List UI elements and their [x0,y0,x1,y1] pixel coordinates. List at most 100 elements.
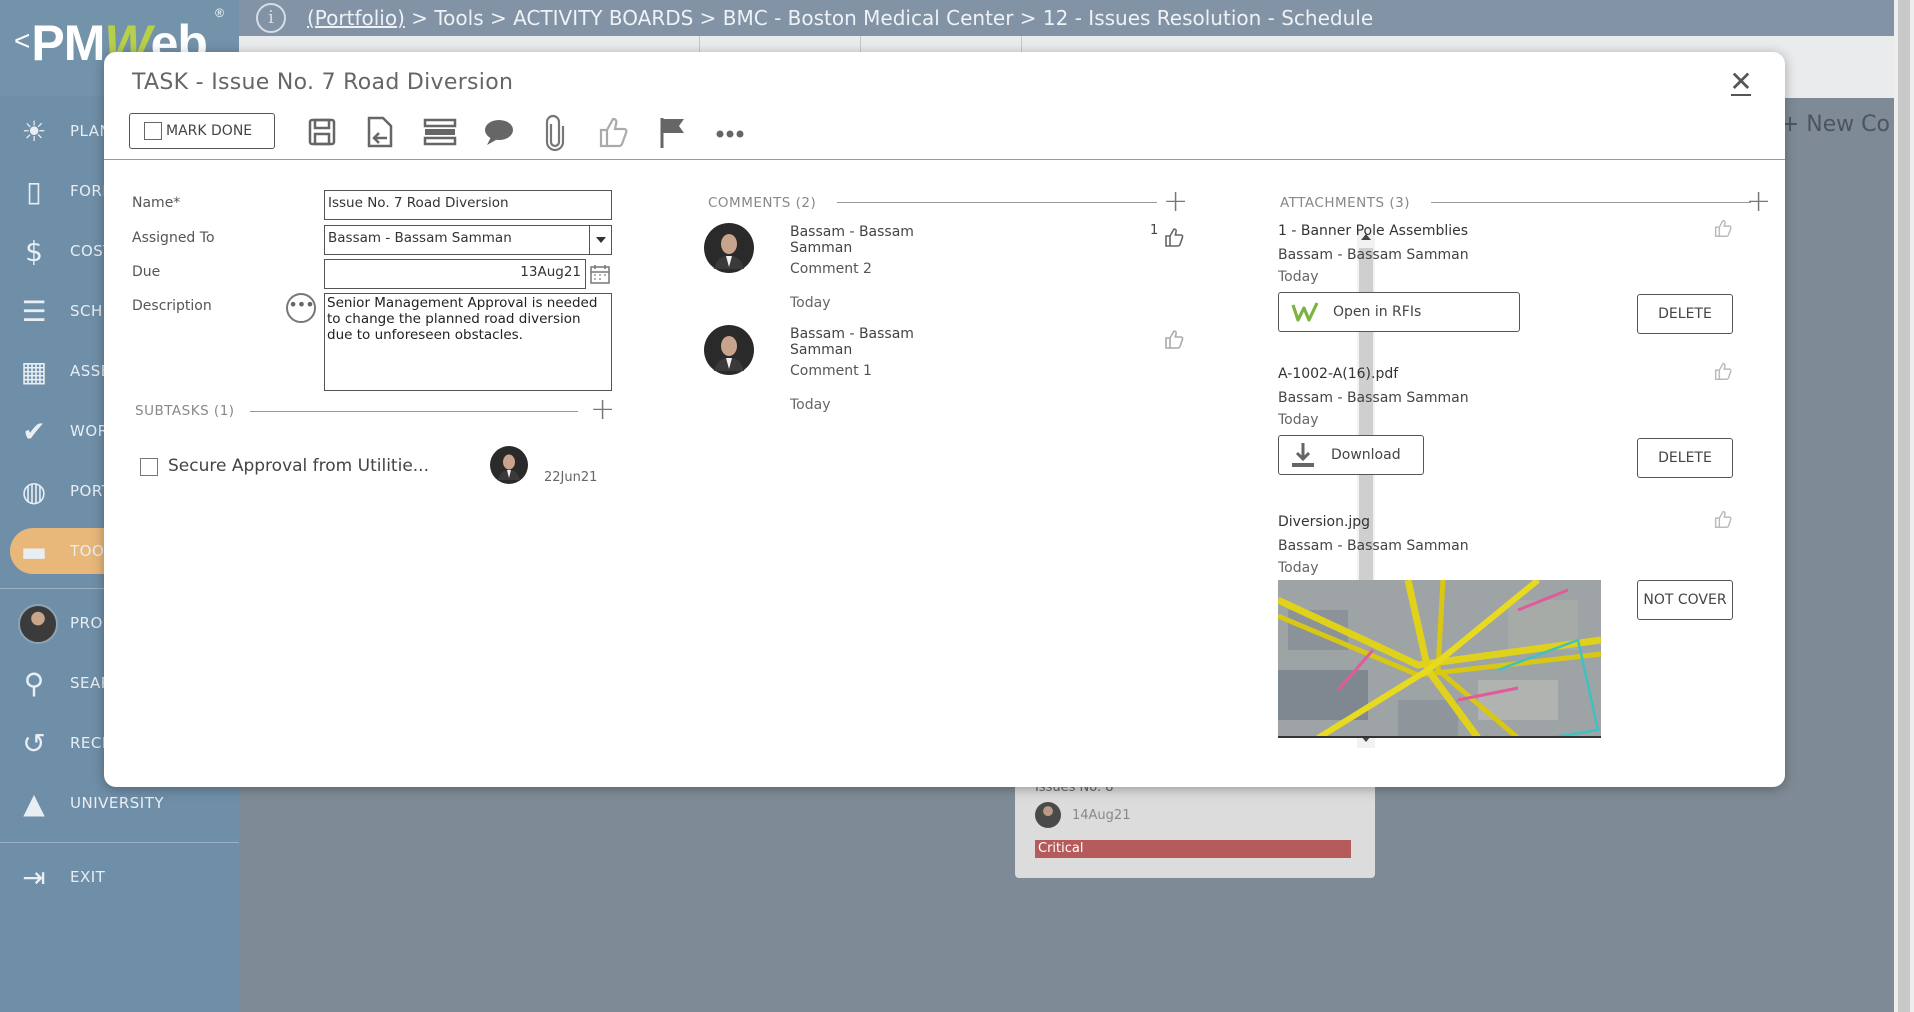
chevron-down-icon[interactable] [589,226,611,254]
add-attachment-icon[interactable]: + [1746,187,1771,217]
briefcase-icon: ▬ [20,535,48,568]
like-icon[interactable] [1712,508,1734,530]
open-in-rfis-label: Open in RFIs [1333,304,1422,320]
not-cover-button[interactable]: NOT COVER [1637,580,1733,620]
attachment-owner: Bassam - Bassam Samman [1278,390,1469,406]
pmweb-w-icon [1291,301,1319,323]
like-count: 1 [1150,223,1159,238]
card-date: 14Aug21 [1072,808,1131,823]
attachment-item: Diversion.jpg Bassam - Bassam Samman Tod… [1278,510,1738,744]
download-button[interactable]: Download [1278,435,1424,475]
avatar [490,446,528,484]
calendar-icon[interactable] [589,263,611,285]
breadcrumb: (Portfolio) > Tools > ACTIVITY BOARDS > … [307,6,1373,30]
avatar [704,325,754,375]
comment-text: Comment 2 [790,261,872,277]
attachment-date: Today [1278,560,1319,576]
attachment-title[interactable]: 1 - Banner Pole Assemblies [1278,223,1468,239]
toolbar-divider [104,159,1785,160]
history-icon: ↺ [22,727,46,760]
assigned-to-label: Assigned To [132,230,215,246]
like-icon[interactable] [1712,360,1734,382]
attachment-owner: Bassam - Bassam Samman [1278,538,1469,554]
document-icon: ▯ [26,175,42,208]
checkbox-icon [144,122,162,140]
new-column-button[interactable]: + New Co [1781,112,1890,137]
board-card[interactable]: Issues No. 8 14Aug21 Critical [1015,780,1375,878]
graduation-cap-icon: ▲ [23,787,45,820]
list-icon[interactable] [420,112,460,152]
like-icon[interactable] [1162,225,1186,249]
attachment-image-thumbnail[interactable] [1278,580,1601,738]
mark-done-label: MARK DONE [166,123,253,139]
breadcrumb-portfolio-link[interactable]: (Portfolio) [307,6,405,30]
delete-button[interactable]: DELETE [1637,438,1733,478]
attachment-title[interactable]: A-1002-A(16).pdf [1278,366,1398,382]
attachment-icon[interactable] [535,112,575,152]
comments-header: COMMENTS (2) [708,195,817,211]
name-field[interactable]: Issue No. 7 Road Diversion [324,190,612,220]
sidebar-item-exit[interactable]: ⇥ EXIT [0,848,239,906]
assigned-to-value: Bassam - Bassam Samman [328,230,512,246]
schedule-icon: ☰ [21,295,47,328]
comment-author: Bassam - Bassam Samman [790,224,914,256]
more-icon[interactable] [710,112,750,152]
attachments-header: ATTACHMENTS (3) [1280,195,1410,211]
comment-item: Bassam - Bassam Samman Comment 1 Today [704,325,1184,415]
back-chevron-icon[interactable]: < [14,25,30,56]
due-date-field[interactable]: 13Aug21 [324,259,586,289]
flag-icon[interactable] [652,112,692,152]
like-icon[interactable] [1162,327,1186,351]
section-divider [837,202,1157,203]
scrollbar-thumb[interactable] [1898,0,1910,1012]
subtask-checkbox[interactable] [140,458,158,476]
comment-icon[interactable] [479,112,519,152]
comment-text: Comment 1 [790,363,872,379]
info-icon[interactable]: i [256,3,286,33]
lightbulb-icon: ☀ [21,115,47,148]
description-label: Description [132,298,212,314]
breadcrumb-path: > Tools > ACTIVITY BOARDS > BMC - Boston… [404,6,1374,30]
like-icon[interactable] [592,112,632,152]
attachment-item: A-1002-A(16).pdf Bassam - Bassam Samman … [1278,362,1738,486]
search-icon: ⚲ [23,667,45,700]
export-icon[interactable] [359,112,399,152]
sidebar-divider [0,842,239,843]
subtask-row: Secure Approval from Utilitie... 22Jun21 [140,446,610,506]
attachment-title[interactable]: Diversion.jpg [1278,514,1370,530]
attachment-date: Today [1278,412,1319,428]
save-icon[interactable] [302,112,342,152]
dollar-icon: $ [25,235,43,268]
description-textarea[interactable]: Senior Management Approval is needed to … [324,293,612,391]
assigned-to-select[interactable]: Bassam - Bassam Samman [324,225,612,255]
sidebar-item-label: UNIVERSITY [70,794,165,812]
attachment-owner: Bassam - Bassam Samman [1278,247,1469,263]
download-icon [1289,440,1317,470]
open-in-rfis-button[interactable]: Open in RFIs [1278,292,1520,332]
add-subtask-icon[interactable]: + [590,395,615,425]
globe-icon: ◍ [21,475,47,508]
section-divider [250,411,578,412]
comment-date: Today [790,397,831,413]
close-icon[interactable]: ✕ [1727,68,1755,96]
add-comment-icon[interactable]: + [1163,187,1188,217]
task-modal: TASK - Issue No. 7 Road Diversion ✕ MARK… [104,52,1785,787]
name-label: Name* [132,195,181,211]
like-icon[interactable] [1712,217,1734,239]
attachment-item: 1 - Banner Pole Assemblies Bassam - Bass… [1278,219,1738,343]
mark-done-button[interactable]: MARK DONE [129,113,275,149]
page-scrollbar[interactable] [1894,0,1914,1012]
exit-icon: ⇥ [22,861,46,894]
more-options-icon[interactable]: ••• [286,293,316,323]
subtasks-header: SUBTASKS (1) [135,403,235,419]
section-divider [1431,202,1751,203]
delete-button[interactable]: DELETE [1637,294,1733,334]
download-label: Download [1331,447,1401,463]
subtask-date: 22Jun21 [544,470,598,485]
avatar [18,604,58,644]
due-label: Due [132,264,161,280]
comment-date: Today [790,295,831,311]
checkmark-icon: ✔ [22,415,46,448]
subtask-name[interactable]: Secure Approval from Utilitie... [168,456,429,476]
avatar [1035,802,1061,828]
